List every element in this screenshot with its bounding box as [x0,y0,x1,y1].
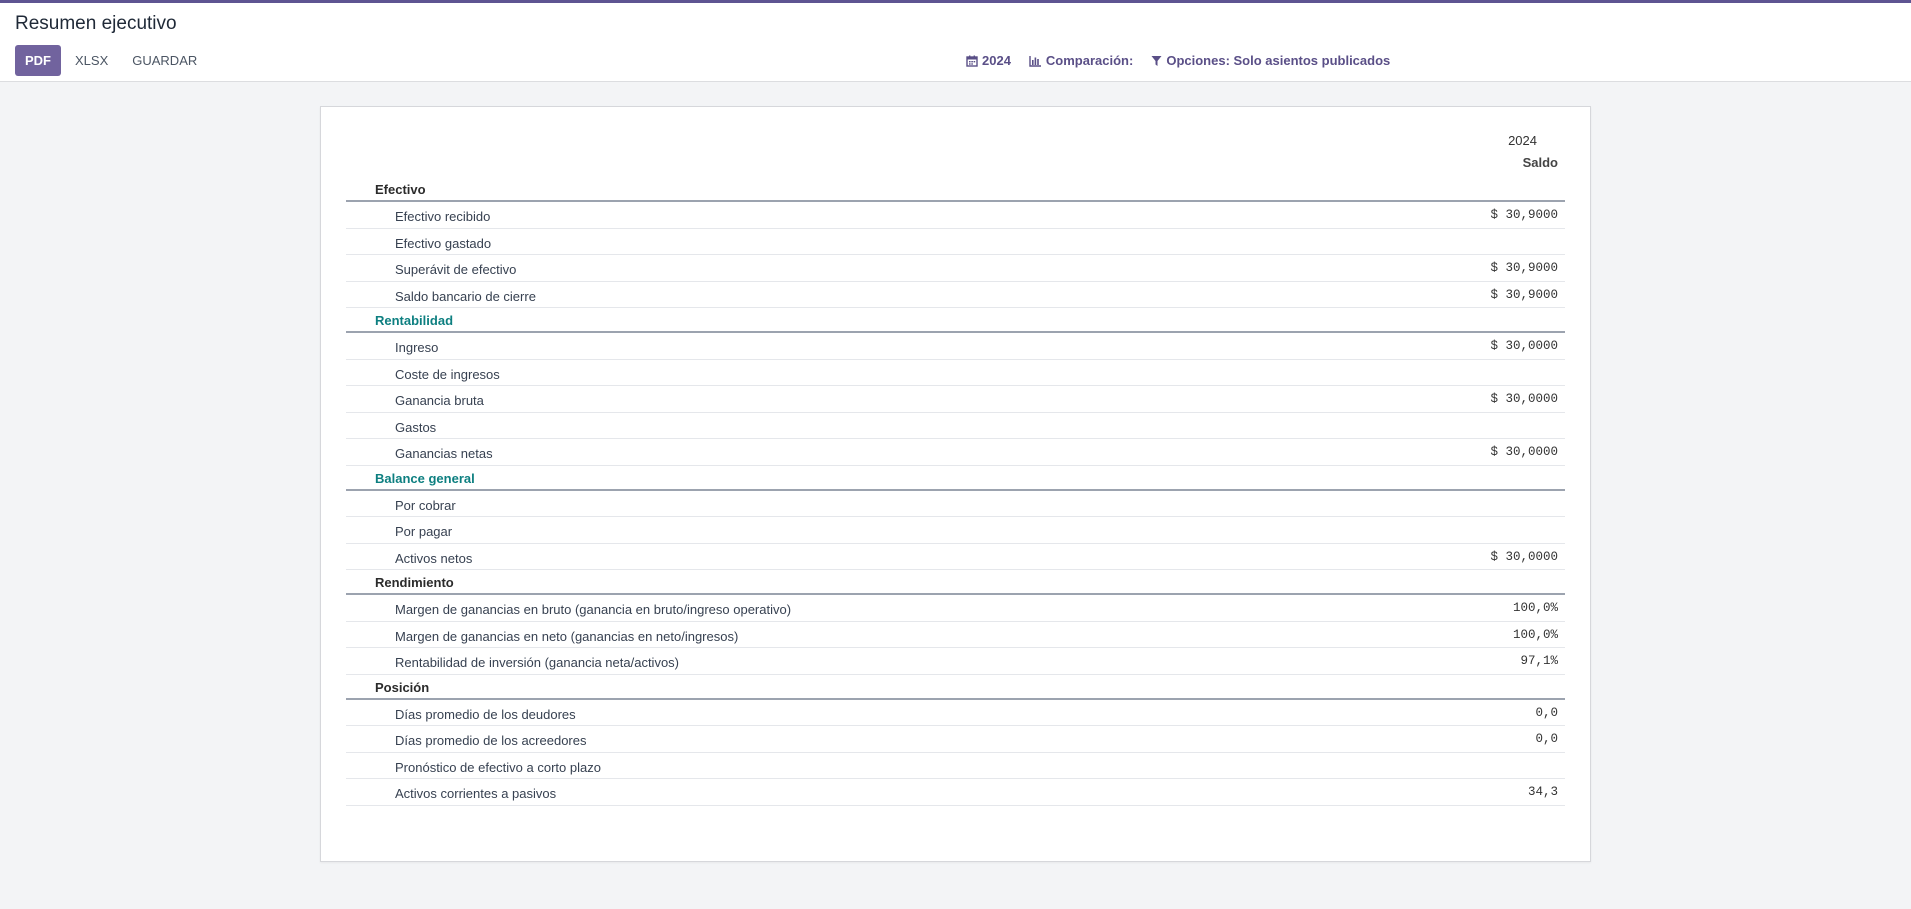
report-table: 2024 Saldo Efectivo Efectivo recibido $ 30… [346,133,1565,806]
line-label: Superávit de efectivo [395,262,517,277]
section-row: Rendimiento [346,570,1565,595]
column-header-balance: Saldo [1522,155,1558,170]
line-label: Coste de ingresos [395,366,500,382]
line-value[interactable]: $ 30,0000 [1490,550,1558,564]
line-label: Rentabilidad de inversión (ganancia neta… [395,655,680,670]
report-line-row[interactable]: Activos netos $ 30,0000 [346,544,1565,570]
pdf-button[interactable]: PDF [15,45,61,76]
line-label: Efectivo gastado [395,235,492,251]
line-label: Saldo bancario de cierre [395,288,536,304]
line-value[interactable]: 100,0% [1513,628,1558,642]
comparison-filter-label: Comparación: [1045,53,1134,68]
line-label: Activos netos [395,550,473,566]
report-card: 2024 Saldo Efectivo Efectivo recibido $ 30… [320,106,1591,862]
line-value[interactable]: $ 30,9000 [1490,288,1558,302]
line-label: Ganancia bruta [395,393,484,408]
report-line-row[interactable]: Superávit de efectivo $ 30,9000 [346,255,1565,282]
report-line-row[interactable]: Margen de ganancias en neto (ganancias e… [346,622,1565,648]
line-value[interactable]: 100,0% [1513,601,1558,615]
line-label: Ingreso [395,340,439,355]
column-header-year: 2024 [1508,133,1537,148]
line-value[interactable]: 34,3 [1528,785,1558,799]
bar-chart-icon [1029,55,1042,67]
line-label: Por cobrar [395,497,456,513]
report-body: Efectivo Efectivo recibido $ 30,9000 Efecti… [346,177,1565,806]
line-label: Por pagar [395,524,453,539]
control-panel: Resumen ejecutivo PDF XLSX GUARDAR 2024 … [0,3,1911,82]
line-value[interactable]: $ 30,9000 [1490,208,1558,222]
filter-icon [1151,55,1162,67]
line-value[interactable]: $ 30,9000 [1490,261,1558,275]
section-row: Efectivo [346,177,1565,202]
section-row: Posición [346,675,1565,700]
report-line-row[interactable]: Días promedio de los deudores 0,0 [346,700,1565,726]
column-header: 2024 Saldo [346,133,1565,177]
report-line-row[interactable]: Por pagar [346,517,1565,544]
report-filters: 2024 Comparación: Opciones: Solo asiento… [966,53,1408,68]
line-label: Días promedio de los deudores [395,706,576,722]
report-line-row[interactable]: Activos corrientes a pasivos 34,3 [346,779,1565,806]
date-filter[interactable]: 2024 [966,53,1011,68]
page-title: Resumen ejecutivo [15,13,177,34]
section-title: Efectivo [375,182,426,197]
calendar-icon [966,55,978,67]
report-line-row[interactable]: Gastos [346,413,1565,439]
line-value[interactable]: $ 30,0000 [1490,339,1558,353]
report-line-row[interactable]: Por cobrar [346,491,1565,517]
report-toolbar: PDF XLSX GUARDAR [15,45,211,76]
report-line-row[interactable]: Margen de ganancias en bruto (ganancia e… [346,595,1565,622]
line-value[interactable]: 0,0 [1535,732,1558,746]
report-line-row[interactable]: Días promedio de los acreedores 0,0 [346,726,1565,753]
options-filter[interactable]: Opciones: Solo asientos publicados [1151,53,1390,68]
line-value[interactable]: $ 30,0000 [1490,392,1558,406]
report-line-row[interactable]: Ganancia bruta $ 30,0000 [346,386,1565,413]
comparison-filter[interactable]: Comparación: [1029,53,1133,68]
line-label: Ganancias netas [395,446,493,461]
section-row[interactable]: Balance general [346,466,1565,491]
line-value[interactable]: 97,1% [1520,654,1558,668]
report-line-row[interactable]: Efectivo recibido $ 30,9000 [346,202,1565,229]
report-line-row[interactable]: Efectivo gastado [346,229,1565,255]
line-label: Gastos [395,419,437,435]
section-title[interactable]: Balance general [375,471,475,486]
section-title: Posición [375,679,430,695]
report-line-row[interactable]: Ganancias netas $ 30,0000 [346,439,1565,466]
save-button[interactable]: GUARDAR [122,45,207,76]
xlsx-button[interactable]: XLSX [65,45,118,76]
report-line-row[interactable]: Rentabilidad de inversión (ganancia neta… [346,648,1565,675]
report-line-row[interactable]: Coste de ingresos [346,360,1565,386]
options-filter-label: Opciones: Solo asientos publicados [1166,53,1391,68]
line-label: Margen de ganancias en neto (ganancias e… [395,628,739,644]
section-row[interactable]: Rentabilidad [346,308,1565,333]
line-label: Activos corrientes a pasivos [395,786,557,801]
report-line-row[interactable]: Pronóstico de efectivo a corto plazo [346,753,1565,779]
line-value[interactable]: $ 30,0000 [1490,445,1558,459]
section-title: Rendimiento [375,575,454,590]
section-title[interactable]: Rentabilidad [375,313,453,328]
report-line-row[interactable]: Ingreso $ 30,0000 [346,333,1565,360]
date-filter-label: 2024 [982,53,1011,68]
line-label: Margen de ganancias en bruto (ganancia e… [395,602,792,617]
line-label: Días promedio de los acreedores [395,733,587,748]
line-label: Pronóstico de efectivo a corto plazo [395,759,601,775]
line-label: Efectivo recibido [395,209,491,224]
report-line-row[interactable]: Saldo bancario de cierre $ 30,9000 [346,282,1565,308]
line-value[interactable]: 0,0 [1535,706,1558,720]
